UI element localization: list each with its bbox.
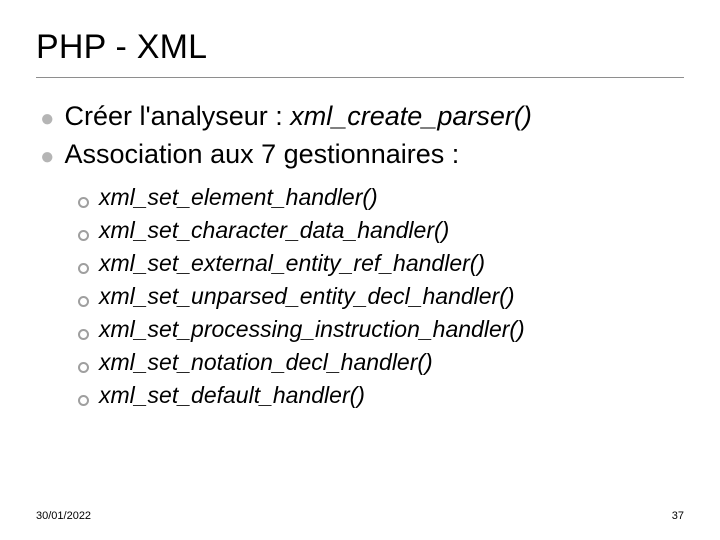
bullet-item: ● Association aux 7 gestionnaires : — [40, 138, 684, 172]
slide-title: PHP - XML — [36, 28, 684, 67]
bullet-text: Association aux 7 gestionnaires : — [65, 138, 460, 172]
sub-bullet-text: xml_set_notation_decl_handler() — [99, 347, 433, 378]
bullet-prefix: Créer l'analyseur : — [65, 101, 291, 131]
sub-bullet-text: xml_set_element_handler() — [99, 182, 378, 213]
ring-bullet-icon — [78, 263, 89, 274]
slide-body: ● Créer l'analyseur : xml_create_parser(… — [36, 100, 684, 411]
sub-bullet-item: xml_set_processing_instruction_handler() — [78, 314, 684, 345]
bullet-item: ● Créer l'analyseur : xml_create_parser(… — [40, 100, 684, 134]
sub-bullet-text: xml_set_character_data_handler() — [99, 215, 449, 246]
sub-bullet-text: xml_set_default_handler() — [99, 380, 365, 411]
ring-bullet-icon — [78, 329, 89, 340]
sub-bullet-item: xml_set_character_data_handler() — [78, 215, 684, 246]
sub-bullet-item: xml_set_default_handler() — [78, 380, 684, 411]
footer-date: 30/01/2022 — [36, 510, 91, 522]
ring-bullet-icon — [78, 197, 89, 208]
sub-bullet-list: xml_set_element_handler() xml_set_charac… — [40, 182, 684, 411]
title-container: PHP - XML — [36, 28, 684, 78]
disc-bullet-icon: ● — [40, 104, 55, 134]
ring-bullet-icon — [78, 230, 89, 241]
disc-bullet-icon: ● — [40, 142, 55, 172]
bullet-italic: xml_create_parser() — [290, 101, 532, 131]
sub-bullet-text: xml_set_processing_instruction_handler() — [99, 314, 525, 345]
sub-bullet-item: xml_set_element_handler() — [78, 182, 684, 213]
sub-bullet-text: xml_set_external_entity_ref_handler() — [99, 248, 485, 279]
bullet-text: Créer l'analyseur : xml_create_parser() — [65, 100, 532, 134]
slide: PHP - XML ● Créer l'analyseur : xml_crea… — [0, 0, 720, 540]
ring-bullet-icon — [78, 395, 89, 406]
footer-page-number: 37 — [672, 510, 684, 522]
sub-bullet-item: xml_set_notation_decl_handler() — [78, 347, 684, 378]
sub-bullet-item: xml_set_external_entity_ref_handler() — [78, 248, 684, 279]
bullet-prefix: Association aux 7 gestionnaires : — [65, 139, 460, 169]
sub-bullet-item: xml_set_unparsed_entity_decl_handler() — [78, 281, 684, 312]
ring-bullet-icon — [78, 362, 89, 373]
ring-bullet-icon — [78, 296, 89, 307]
sub-bullet-text: xml_set_unparsed_entity_decl_handler() — [99, 281, 515, 312]
